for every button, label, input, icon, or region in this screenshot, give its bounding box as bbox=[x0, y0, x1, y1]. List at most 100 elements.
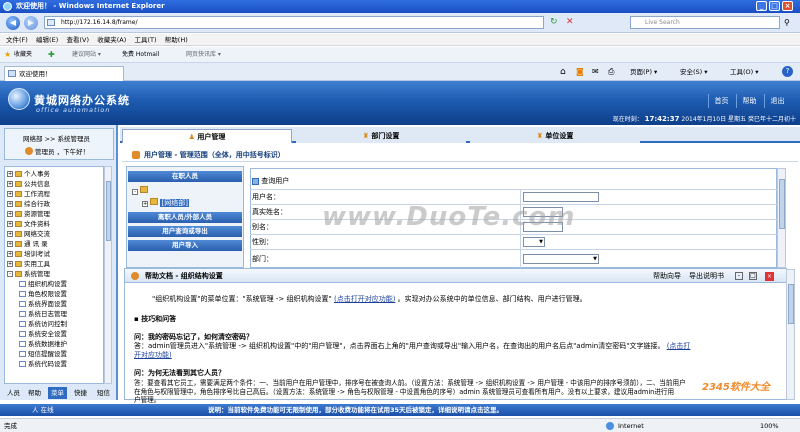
tree-leaf[interactable]: 组织机构设置 bbox=[19, 279, 67, 289]
stop-icon[interactable]: ✕ bbox=[566, 16, 578, 28]
search-icon[interactable]: ⚲ bbox=[784, 16, 796, 29]
tree-node[interactable]: + 综合行政 bbox=[7, 199, 50, 209]
open-function-link[interactable]: 开对应功能) bbox=[134, 351, 172, 359]
department-select[interactable]: ▼ bbox=[523, 254, 599, 264]
org-root-node[interactable]: - bbox=[132, 186, 149, 195]
expand-icon[interactable]: + bbox=[7, 221, 13, 227]
tab-unit-settings[interactable]: ♜ 单位设置 bbox=[470, 129, 640, 143]
star-icon[interactable]: ★ bbox=[4, 47, 11, 63]
collapse-icon[interactable]: - bbox=[132, 189, 138, 195]
add-favorite-icon[interactable]: ✚ bbox=[48, 47, 55, 63]
tab-menu[interactable]: 菜单 bbox=[48, 387, 67, 399]
tree-node[interactable]: + 文件资料 bbox=[7, 219, 50, 229]
tab-sms[interactable]: 短信 bbox=[94, 387, 113, 399]
expand-icon[interactable]: + bbox=[7, 231, 13, 237]
tree-leaf[interactable]: 系统访问控制 bbox=[19, 319, 67, 329]
export-manual-link[interactable]: 导出说明书 bbox=[689, 269, 724, 283]
safety-menu[interactable]: 安全(S) ▾ bbox=[680, 64, 708, 80]
query-export-button[interactable]: 用户查询或导出 bbox=[128, 226, 242, 237]
restore-panel-icon[interactable]: □ bbox=[749, 272, 757, 280]
fav-suggested-sites[interactable]: 建议网站 ▾ bbox=[72, 47, 101, 63]
tools-menu[interactable]: 工具(O) ▾ bbox=[730, 64, 759, 80]
tree-node[interactable]: + 公共信息 bbox=[7, 179, 50, 189]
help-icon[interactable]: ? bbox=[782, 66, 793, 77]
zoom-level[interactable]: 100% bbox=[760, 419, 779, 432]
expand-icon[interactable]: + bbox=[7, 241, 13, 247]
tree-node[interactable]: + 实用工具 bbox=[7, 259, 50, 269]
expand-icon[interactable]: + bbox=[7, 181, 13, 187]
tree-leaf[interactable]: 系统数据维护 bbox=[19, 339, 67, 349]
tree-node[interactable]: + 网络交流 bbox=[7, 229, 50, 239]
help-button[interactable]: 帮助 bbox=[736, 94, 762, 108]
forward-button[interactable]: ▶ bbox=[24, 16, 38, 30]
maximize-button[interactable]: □ bbox=[769, 1, 780, 11]
scroll-thumb[interactable] bbox=[788, 284, 794, 324]
tree-leaf[interactable]: 角色权限设置 bbox=[19, 289, 67, 299]
expand-icon[interactable]: + bbox=[7, 201, 13, 207]
expand-icon[interactable]: + bbox=[7, 191, 13, 197]
open-function-link[interactable]: (点击打开对应功能) bbox=[334, 295, 395, 303]
online-users[interactable]: 人 在线 bbox=[32, 404, 54, 416]
tab-people[interactable]: 人员 bbox=[4, 387, 23, 399]
home-button[interactable]: 首页 bbox=[708, 94, 734, 108]
menu-file[interactable]: 文件(F) bbox=[6, 34, 28, 46]
query-scrollbar[interactable] bbox=[777, 168, 786, 268]
fav-hotmail[interactable]: 免费 Hotmail bbox=[122, 47, 159, 63]
expand-icon[interactable]: + bbox=[142, 201, 148, 207]
sidebar-scrollbar[interactable] bbox=[104, 166, 112, 384]
scroll-thumb[interactable] bbox=[779, 179, 785, 229]
tree-node[interactable]: + 资源管理 bbox=[7, 209, 50, 219]
mail-icon[interactable]: ✉ bbox=[592, 64, 599, 80]
expand-icon[interactable]: + bbox=[7, 211, 13, 217]
org-dept-node[interactable]: + [网络部] bbox=[142, 198, 189, 208]
username-input[interactable] bbox=[523, 192, 599, 202]
open-function-link[interactable]: (点击打 bbox=[667, 342, 691, 350]
scroll-thumb[interactable] bbox=[106, 181, 111, 241]
tree-node[interactable]: + 通 讯 录 bbox=[7, 239, 48, 249]
trial-notice[interactable]: 说明：当前软件免费功能可无限制使用，部分收费功能将在试用35天后被锁定，详细说明… bbox=[208, 404, 503, 416]
gender-select[interactable]: ▼ bbox=[523, 237, 545, 247]
tree-leaf[interactable]: 系统安全设置 bbox=[19, 329, 67, 339]
help-wizard-link[interactable]: 帮助向导 bbox=[653, 269, 681, 283]
tab-user-management[interactable]: ♟ 用户管理 bbox=[122, 129, 292, 143]
tab-dept-settings[interactable]: ♜ 部门设置 bbox=[296, 129, 466, 143]
tree-node[interactable]: + 培训考试 bbox=[7, 249, 50, 259]
tree-leaf[interactable]: 系统界面设置 bbox=[19, 299, 67, 309]
tree-node[interactable]: - 系统管理 bbox=[7, 269, 50, 279]
tree-node[interactable]: + 个人事务 bbox=[7, 169, 50, 179]
browser-tab[interactable]: 欢迎使用！ bbox=[4, 66, 124, 81]
fav-web-slice[interactable]: 网页快讯库 ▾ bbox=[186, 47, 221, 63]
expand-icon[interactable]: + bbox=[7, 171, 13, 177]
favorites-button[interactable]: 收藏夹 bbox=[14, 47, 32, 63]
tree-node[interactable]: + 工作流程 bbox=[7, 189, 50, 199]
tree-leaf[interactable]: 系统代码设置 bbox=[19, 359, 67, 369]
user-import-button[interactable]: 用户导入 bbox=[128, 240, 242, 251]
active-staff-button[interactable]: 在职人员 bbox=[128, 171, 242, 182]
print-icon[interactable]: ⎙ bbox=[608, 64, 614, 80]
minimize-button[interactable]: _ bbox=[756, 1, 767, 11]
feeds-icon[interactable]: ◙ bbox=[576, 64, 584, 80]
expand-icon[interactable]: + bbox=[7, 251, 13, 257]
expand-icon[interactable]: + bbox=[7, 261, 13, 267]
tree-leaf[interactable]: 短信提醒设置 bbox=[19, 349, 67, 359]
menu-tools[interactable]: 工具(T) bbox=[135, 34, 157, 46]
refresh-icon[interactable]: ↻ bbox=[550, 16, 562, 28]
help-scrollbar[interactable] bbox=[786, 269, 795, 400]
menu-view[interactable]: 查看(V) bbox=[66, 34, 89, 46]
home-icon[interactable]: ⌂ bbox=[560, 64, 566, 80]
collapse-icon[interactable]: - bbox=[7, 271, 13, 277]
tree-leaf[interactable]: 系统日志管理 bbox=[19, 309, 67, 319]
back-button[interactable]: ◀ bbox=[6, 16, 20, 30]
menu-favorites[interactable]: 收藏夹(A) bbox=[97, 34, 126, 46]
menu-help[interactable]: 帮助(H) bbox=[165, 34, 188, 46]
search-input[interactable]: Live Search bbox=[630, 16, 780, 29]
minimize-panel-icon[interactable]: - bbox=[735, 272, 743, 280]
close-panel-icon[interactable]: × bbox=[765, 272, 774, 281]
menu-edit[interactable]: 编辑(E) bbox=[36, 34, 58, 46]
address-input[interactable]: http://172.16.14.8/frame/ bbox=[44, 16, 544, 29]
former-external-staff-button[interactable]: 离职人员/外部人员 bbox=[128, 212, 242, 223]
logout-button[interactable]: 退出 bbox=[764, 94, 790, 108]
tab-shortcuts[interactable]: 快捷 bbox=[71, 387, 90, 399]
page-menu[interactable]: 页面(P) ▾ bbox=[630, 64, 657, 80]
tab-help[interactable]: 帮助 bbox=[25, 387, 44, 399]
